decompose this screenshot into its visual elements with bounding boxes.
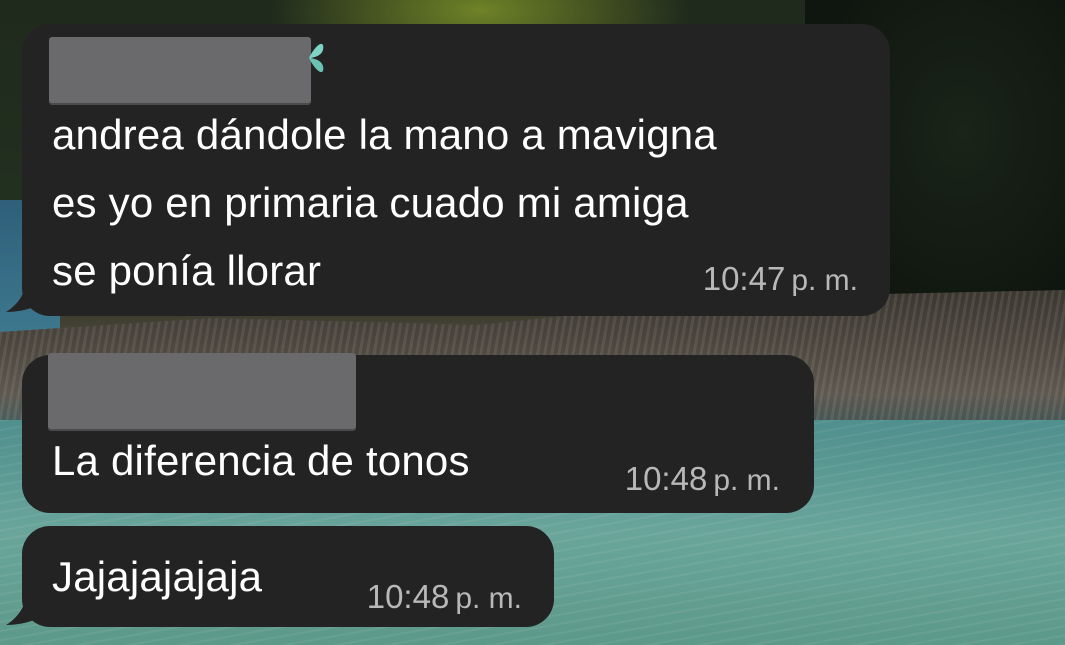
message-bubble[interactable]: Jajajajajaja 10:48 p. m. [22, 526, 554, 627]
timestamp-time: 10:48 [366, 578, 450, 615]
message-timestamp: 10:47 p. m. [703, 260, 858, 298]
message-text: andrea dándole la mano a mavigna es yo e… [52, 101, 717, 305]
message-bubble[interactable]: andrea dándole la mano a mavigna es yo e… [22, 24, 890, 316]
message-timestamp: 10:48 p. m. [367, 578, 522, 616]
timestamp-time: 10:48 [624, 460, 708, 497]
message-text: La diferencia de tonos [52, 427, 470, 495]
redacted-sender-name [48, 353, 356, 429]
timestamp-time: 10:47 [702, 260, 786, 297]
message-line: La diferencia de tonos [52, 437, 470, 484]
butterfly-emoji-icon [309, 43, 324, 73]
message-line: andrea dándole la mano a mavigna [52, 111, 717, 158]
timestamp-suffix: p. m. [455, 582, 522, 615]
bubble-tail-icon [6, 284, 36, 312]
message-bubble[interactable]: La diferencia de tonos 10:48 p. m. [22, 353, 814, 513]
bubble-tail-icon [6, 597, 36, 625]
message-timestamp: 10:48 p. m. [625, 460, 780, 498]
message-line: es yo en primaria cuado mi amiga [52, 179, 689, 226]
timestamp-suffix: p. m. [713, 464, 780, 497]
message-line: Jajajajajaja [52, 553, 263, 600]
timestamp-suffix: p. m. [791, 264, 858, 297]
message-line: se ponía llorar [52, 247, 322, 294]
redacted-sender-name [49, 37, 311, 103]
message-text: Jajajajajaja [52, 543, 262, 611]
